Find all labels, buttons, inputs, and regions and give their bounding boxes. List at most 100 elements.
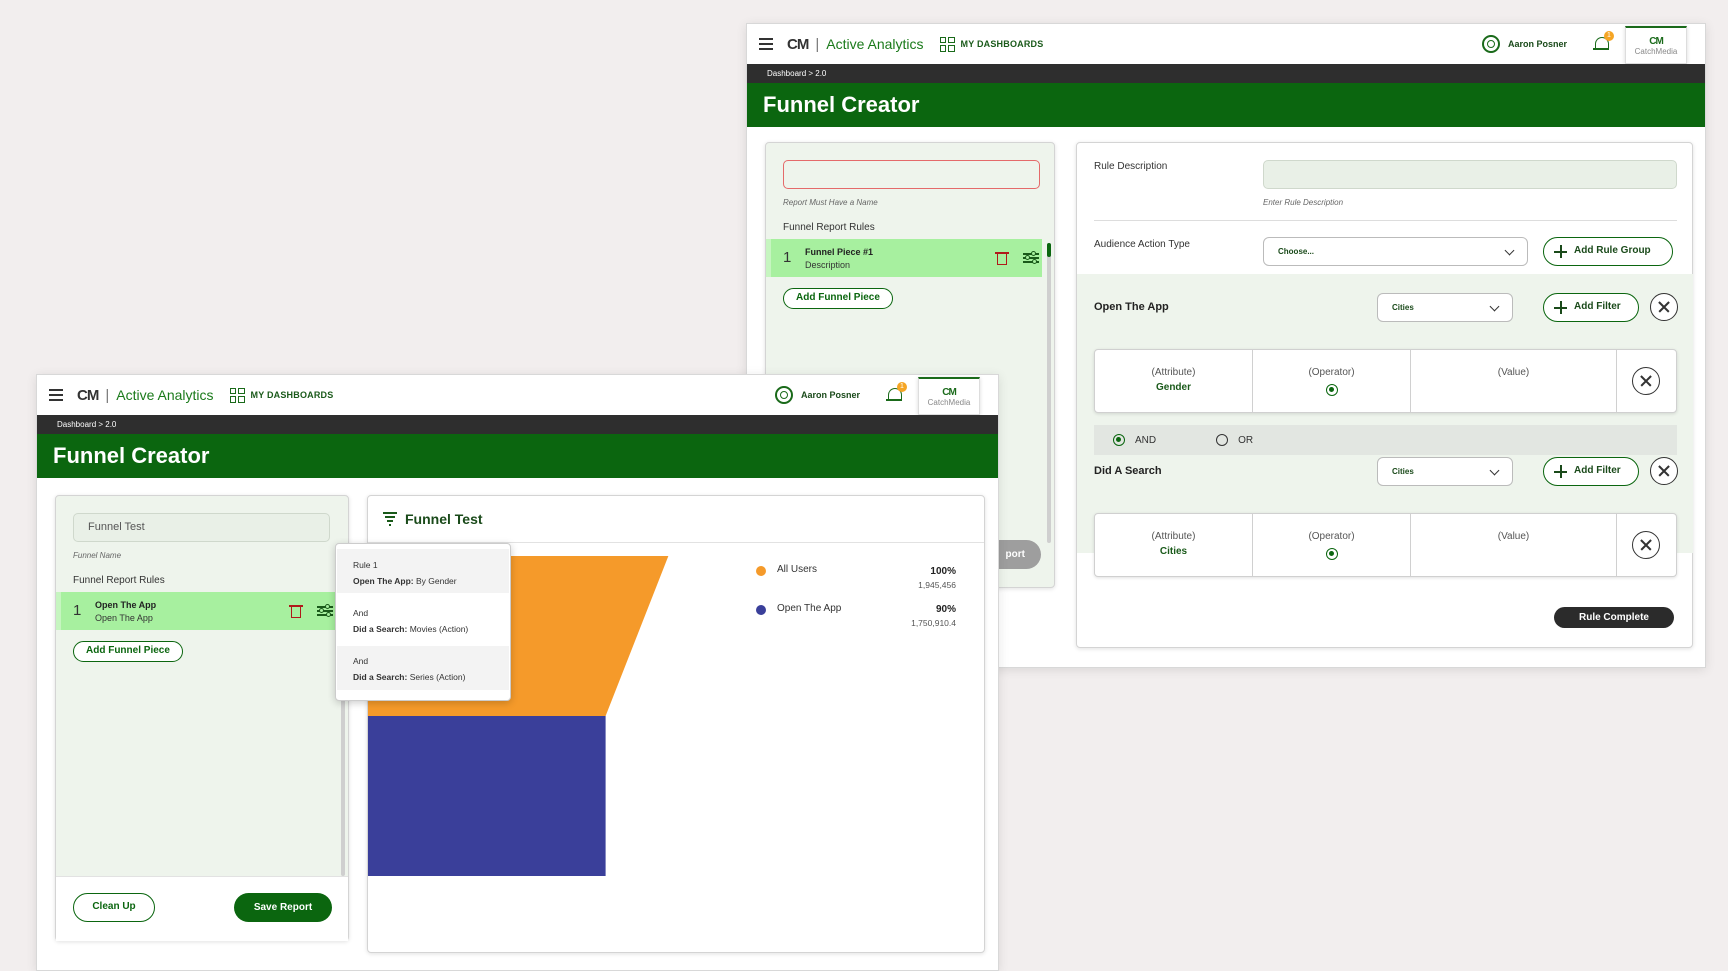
chevron-down-icon xyxy=(1489,465,1500,476)
my-dashboards-link[interactable]: MY DASHBOARDS xyxy=(251,390,334,400)
delete-icon[interactable] xyxy=(289,603,303,619)
notifications-bell-icon[interactable]: 1 xyxy=(1593,31,1614,53)
operator-placeholder: (Operator) xyxy=(1308,531,1355,542)
rule-row[interactable]: 1 Funnel Piece #1 Description xyxy=(766,239,1042,277)
save-report-button[interactable]: Save Report xyxy=(234,893,332,922)
tooltip-item-head: And xyxy=(353,608,369,618)
legend-label-all-users: All Users xyxy=(777,564,818,575)
settings-icon[interactable] xyxy=(774,386,793,404)
user-name[interactable]: Aaron Posner xyxy=(801,390,860,400)
filter-row: (Attribute) Cities (Operator) (Value) xyxy=(1094,513,1677,577)
report-name-input[interactable] xyxy=(783,160,1040,189)
audience-action-label: Audience Action Type xyxy=(1094,239,1190,250)
settings-sliders-icon[interactable] xyxy=(1023,250,1039,265)
add-rule-group-label: Add Rule Group xyxy=(1574,245,1651,256)
tooltip-item-bold: Did a Search: xyxy=(353,672,408,682)
breadcrumb: Dashboard > 2.0 xyxy=(37,415,998,434)
plus-icon xyxy=(1554,245,1567,258)
operator-target-icon xyxy=(1325,384,1338,396)
rules-label: Funnel Report Rules xyxy=(73,575,165,586)
remove-group-icon[interactable] xyxy=(1650,457,1678,485)
group-select-value: Cities xyxy=(1392,303,1414,312)
add-funnel-piece-button[interactable]: Add Funnel Piece xyxy=(783,288,893,309)
tooltip-item-rest: Series (Action) xyxy=(407,672,466,682)
legend-dot-all-users xyxy=(756,566,766,576)
tooltip-item-head: And xyxy=(353,656,369,666)
operator-cell[interactable]: (Operator) xyxy=(1253,350,1411,412)
brand-card-label: CatchMedia xyxy=(927,397,971,407)
my-dashboards-link[interactable]: MY DASHBOARDS xyxy=(961,39,1044,49)
funnel-rules-tooltip: Rule 1 Open The App: By Gender And Did a… xyxy=(335,543,511,701)
remove-group-icon[interactable] xyxy=(1650,293,1678,321)
clean-up-button[interactable]: Clean Up xyxy=(73,893,155,922)
cm-logo[interactable]: CM xyxy=(77,387,99,404)
rules-scrollbar-thumb[interactable] xyxy=(1047,243,1051,257)
rule-description-label: Rule Description xyxy=(1094,161,1168,172)
dashboards-icon[interactable] xyxy=(229,387,245,403)
attribute-value: Cities xyxy=(1159,546,1188,557)
tooltip-item-bold: Open The App: xyxy=(353,576,414,586)
rules-scrollbar[interactable] xyxy=(1047,243,1051,543)
funnel-segment-open-the-app[interactable] xyxy=(368,716,606,876)
add-filter-label: Add Filter xyxy=(1574,465,1621,476)
catchmedia-brand-card[interactable]: CM CatchMedia xyxy=(1625,26,1687,64)
and-or-toggle: AND OR xyxy=(1094,425,1677,455)
audience-action-select[interactable]: Choose... xyxy=(1263,237,1528,266)
rule-title: Funnel Piece #1 xyxy=(805,247,874,257)
rule-number: 1 xyxy=(73,602,82,619)
funnel-icon xyxy=(383,512,397,526)
funnel-name-helper: Funnel Name xyxy=(73,551,122,560)
delete-icon[interactable] xyxy=(995,250,1009,266)
group-title: Did A Search xyxy=(1094,465,1162,477)
or-radio[interactable] xyxy=(1216,434,1229,446)
rule-row[interactable]: 1 Open The App Open The App xyxy=(56,592,336,630)
rule-description-helper: Enter Rule Description xyxy=(1263,198,1344,207)
tooltip-item-bold: Did a Search: xyxy=(353,624,408,634)
app-title: Active Analytics xyxy=(116,387,214,403)
menu-icon[interactable] xyxy=(759,38,773,50)
group-select[interactable]: Cities xyxy=(1377,457,1513,486)
notifications-bell-icon[interactable]: 1 xyxy=(886,382,907,404)
funnel-name-input[interactable]: Funnel Test xyxy=(73,513,330,542)
attribute-cell[interactable]: (Attribute) Cities xyxy=(1095,514,1253,576)
value-placeholder: (Value) xyxy=(1497,367,1530,378)
chevron-down-icon xyxy=(1504,245,1515,256)
settings-sliders-icon[interactable] xyxy=(317,603,333,618)
attribute-value: Gender xyxy=(1155,382,1191,393)
remove-filter-icon[interactable] xyxy=(1632,367,1660,395)
tooltip-item: And Did a Search: Movies (Action) xyxy=(336,608,510,634)
report-name-helper: Report Must Have a Name xyxy=(783,198,878,207)
value-cell[interactable]: (Value) xyxy=(1411,514,1617,576)
add-rule-group-button[interactable]: Add Rule Group xyxy=(1543,237,1673,266)
tooltip-item: Rule 1 Open The App: By Gender xyxy=(336,560,510,586)
add-funnel-piece-button[interactable]: Add Funnel Piece xyxy=(73,641,183,662)
funnel-creator-window-front: CM | Active Analytics MY DASHBOARDS Aaro… xyxy=(36,374,999,971)
cm-logo-mini: CM xyxy=(1649,35,1664,47)
rule-title: Open The App xyxy=(95,600,157,610)
add-filter-button[interactable]: Add Filter xyxy=(1543,293,1639,322)
and-radio[interactable] xyxy=(1113,434,1125,446)
value-cell[interactable]: (Value) xyxy=(1411,350,1617,412)
menu-icon[interactable] xyxy=(49,389,63,401)
tooltip-item-head: Rule 1 xyxy=(353,560,378,570)
rules-label: Funnel Report Rules xyxy=(783,222,875,233)
user-name[interactable]: Aaron Posner xyxy=(1508,39,1567,49)
notification-badge: 1 xyxy=(897,382,907,392)
attribute-placeholder: (Attribute) xyxy=(1151,531,1196,542)
add-filter-button[interactable]: Add Filter xyxy=(1543,457,1639,486)
page-title: Funnel Creator xyxy=(747,83,1705,127)
group-select[interactable]: Cities xyxy=(1377,293,1513,322)
catchmedia-brand-card[interactable]: CM CatchMedia xyxy=(918,377,980,415)
legend-label-open-the-app: Open The App xyxy=(777,603,842,614)
dashboards-icon[interactable] xyxy=(939,36,955,52)
rule-description-input[interactable] xyxy=(1263,160,1677,189)
settings-icon[interactable] xyxy=(1481,35,1500,53)
rule-complete-button[interactable]: Rule Complete xyxy=(1554,607,1674,628)
tooltip-item: And Did a Search: Series (Action) xyxy=(336,656,510,682)
attribute-cell[interactable]: (Attribute) Gender xyxy=(1095,350,1253,412)
group-select-value: Cities xyxy=(1392,467,1414,476)
operator-cell[interactable]: (Operator) xyxy=(1253,514,1411,576)
cm-logo[interactable]: CM xyxy=(787,36,809,53)
top-bar: CM | Active Analytics MY DASHBOARDS Aaro… xyxy=(37,375,998,415)
remove-filter-icon[interactable] xyxy=(1632,531,1660,559)
